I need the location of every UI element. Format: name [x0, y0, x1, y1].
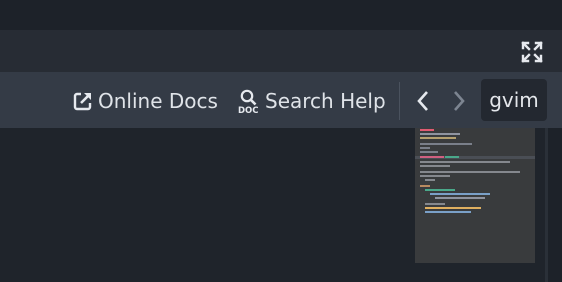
fullscreen-button[interactable]	[520, 40, 544, 64]
online-docs-label: Online Docs	[98, 89, 218, 113]
minimap-line	[445, 156, 459, 158]
minimap-line	[425, 189, 455, 191]
minimap-line	[420, 133, 460, 135]
minimap-line	[420, 137, 456, 139]
minimap-line	[420, 129, 434, 131]
minimap-line	[420, 165, 450, 167]
help-search-field[interactable]: gvim	[481, 79, 547, 121]
minimap-line	[420, 143, 472, 145]
expand-arrows-icon	[521, 41, 543, 63]
minimap-line	[420, 156, 444, 158]
minimap-line	[430, 193, 490, 195]
chevron-left-icon	[417, 91, 428, 111]
minimap-line	[420, 185, 430, 187]
minimap-line	[420, 147, 430, 149]
minimap-line	[435, 197, 485, 199]
minimap[interactable]	[415, 128, 535, 263]
minimap-line	[420, 151, 438, 153]
doc-search-icon: DOC	[238, 89, 259, 114]
help-search-value: gvim	[489, 88, 539, 112]
search-help-label: Search Help	[265, 89, 386, 113]
editor-scrollbar[interactable]	[545, 128, 548, 282]
svg-text:DOC: DOC	[238, 106, 259, 114]
minimap-line	[425, 207, 481, 209]
toolbar-separator	[399, 82, 400, 120]
minimap-line	[420, 171, 520, 173]
minimap-line	[425, 179, 435, 181]
minimap-line	[420, 175, 450, 177]
back-button[interactable]	[414, 86, 434, 116]
window-titlebar	[0, 0, 562, 30]
minimap-line	[420, 161, 510, 163]
minimap-line	[425, 203, 445, 205]
online-docs-button[interactable]: Online Docs	[72, 86, 218, 116]
forward-button[interactable]	[448, 86, 468, 116]
top-panel	[0, 30, 562, 72]
minimap-line	[425, 211, 471, 213]
external-link-icon	[73, 92, 92, 111]
search-help-button[interactable]: DOC Search Help	[237, 86, 386, 116]
chevron-right-icon	[454, 91, 465, 111]
